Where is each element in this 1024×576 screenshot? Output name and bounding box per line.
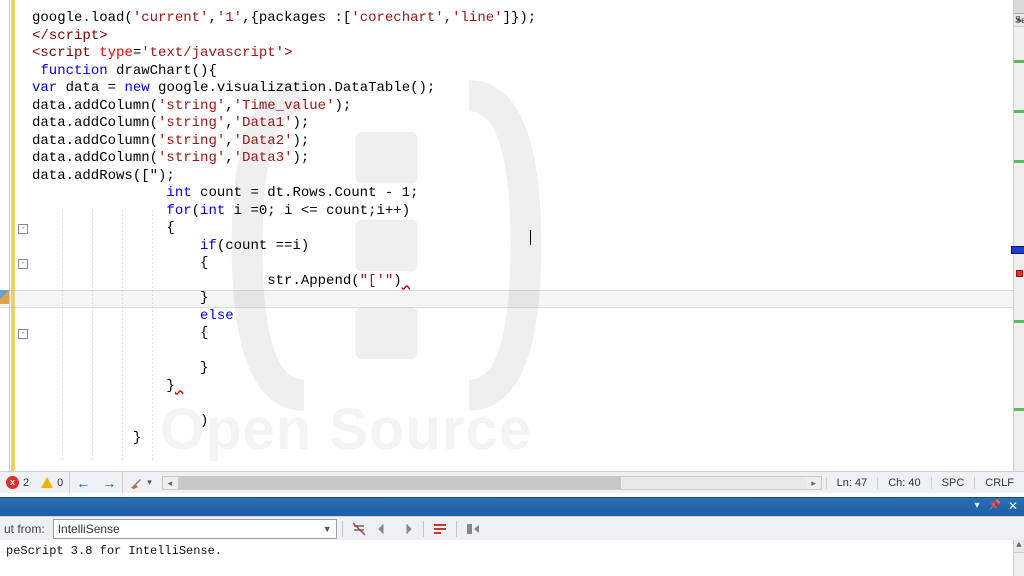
warning-count[interactable]: 0	[35, 472, 69, 493]
split-handle[interactable]	[1014, 0, 1024, 14]
vertical-scrollbar[interactable]: ▲	[1013, 0, 1024, 471]
editor-statusbar: x 2 0 ← → ▾ ◂ ▸ Ln: 47 Ch: 40 SPC CRLF	[0, 471, 1024, 493]
indent-mode[interactable]: SPC	[931, 477, 975, 489]
code-line[interactable]: data.addColumn('string','Data3');	[32, 150, 1013, 168]
indent-right-icon[interactable]	[396, 519, 418, 539]
code-line[interactable]: }	[32, 360, 1013, 378]
code-line[interactable]: for(int i =0; i <= count;i++)	[32, 203, 1013, 221]
code-line[interactable]: )	[32, 413, 1013, 431]
code-line[interactable]: {	[32, 255, 1013, 273]
code-line[interactable]: </script>	[32, 28, 1013, 46]
scroll-marker	[1014, 160, 1024, 163]
scroll-left-button[interactable]: ◂	[163, 477, 177, 489]
output-text[interactable]: peScript 3.8 for IntelliSense.	[0, 540, 1013, 576]
output-source-value: IntelliSense	[58, 522, 120, 536]
output-from-label: ut from:	[4, 522, 51, 536]
indent-left-icon[interactable]	[372, 519, 394, 539]
code-line[interactable]: if(count ==i)	[32, 238, 1013, 256]
code-line[interactable]: int count = dt.Rows.Count - 1;	[32, 185, 1013, 203]
code-line[interactable]: str.Append("['")	[32, 273, 1013, 291]
fold-toggle[interactable]: -	[18, 224, 28, 234]
fold-toggle[interactable]: -	[18, 329, 28, 339]
error-icon: x	[6, 476, 19, 489]
code-line[interactable]: <script type='text/javascript'>	[32, 45, 1013, 63]
nav-back-button[interactable]: ←	[76, 476, 90, 490]
code-line[interactable]: }	[32, 290, 1013, 308]
code-text[interactable]: google.load('current','1',{packages :['c…	[32, 10, 1013, 448]
line-indicator[interactable]: Ln: 47	[826, 477, 878, 489]
clear-all-icon[interactable]	[348, 519, 370, 539]
chevron-down-icon: ▼	[323, 524, 332, 534]
code-line[interactable]: google.load('current','1',{packages :['c…	[32, 10, 1013, 28]
fold-toggle[interactable]: -	[18, 259, 28, 269]
toolbar-separator	[423, 521, 424, 537]
error-count[interactable]: x 2	[0, 472, 35, 493]
hscroll-thumb[interactable]	[178, 477, 621, 489]
code-editor[interactable]: - - - Open Source google.load('current',…	[0, 0, 1013, 471]
scroll-marker	[1014, 110, 1024, 113]
code-line[interactable]: {	[32, 325, 1013, 343]
code-line[interactable]: else	[32, 308, 1013, 326]
output-panel-header[interactable]: ▾ 📌 ✕	[0, 497, 1024, 516]
code-line[interactable]: data.addColumn('string','Data1');	[32, 115, 1013, 133]
pencil-indicator	[0, 290, 9, 304]
code-line[interactable]	[32, 395, 1013, 413]
panel-close-icon[interactable]: ✕	[1006, 500, 1020, 514]
code-line[interactable]: data.addRows([");	[32, 168, 1013, 186]
output-scrollbar[interactable]: ▲	[1013, 540, 1024, 576]
toolbar-separator	[456, 521, 457, 537]
editor-gutter	[0, 0, 10, 471]
nav-forward-button[interactable]: →	[102, 476, 116, 490]
fold-column: - - -	[16, 0, 30, 471]
code-line[interactable]: var data = new google.visualization.Data…	[32, 80, 1013, 98]
panel-pin-icon[interactable]: 📌	[988, 500, 1002, 514]
scroll-up-button[interactable]: ▲	[1014, 540, 1024, 553]
code-line[interactable]: }	[32, 430, 1013, 448]
text-caret	[530, 230, 531, 245]
code-line[interactable]: }	[32, 378, 1013, 396]
cropped-label: Se	[1015, 14, 1024, 26]
word-wrap-icon[interactable]	[429, 519, 451, 539]
brush-icon[interactable]	[129, 476, 143, 490]
change-margin	[11, 0, 15, 471]
output-toolbar: ut from: IntelliSense ▼	[0, 516, 1024, 540]
error-count-value: 2	[23, 477, 29, 489]
code-line[interactable]: function drawChart(){	[32, 63, 1013, 81]
horizontal-scrollbar[interactable]: ◂ ▸	[162, 476, 822, 490]
line-ending[interactable]: CRLF	[974, 477, 1024, 489]
toolbar-separator	[342, 521, 343, 537]
scroll-marker	[1014, 408, 1024, 411]
scroll-marker	[1014, 60, 1024, 63]
warning-count-value: 0	[57, 477, 63, 489]
error-marker	[1016, 270, 1023, 277]
scroll-right-button[interactable]: ▸	[807, 477, 821, 489]
code-line[interactable]: {	[32, 220, 1013, 238]
toggle-output-icon[interactable]	[462, 519, 484, 539]
panel-dropdown-icon[interactable]: ▾	[970, 500, 984, 514]
code-line[interactable]: data.addColumn('string','Data2');	[32, 133, 1013, 151]
code-line[interactable]	[32, 343, 1013, 361]
caret-position-marker	[1011, 246, 1024, 254]
scroll-marker	[1014, 320, 1024, 323]
code-line[interactable]: data.addColumn('string','Time_value');	[32, 98, 1013, 116]
column-indicator[interactable]: Ch: 40	[877, 477, 930, 489]
output-source-combo[interactable]: IntelliSense ▼	[53, 519, 337, 539]
warning-icon	[41, 477, 53, 488]
